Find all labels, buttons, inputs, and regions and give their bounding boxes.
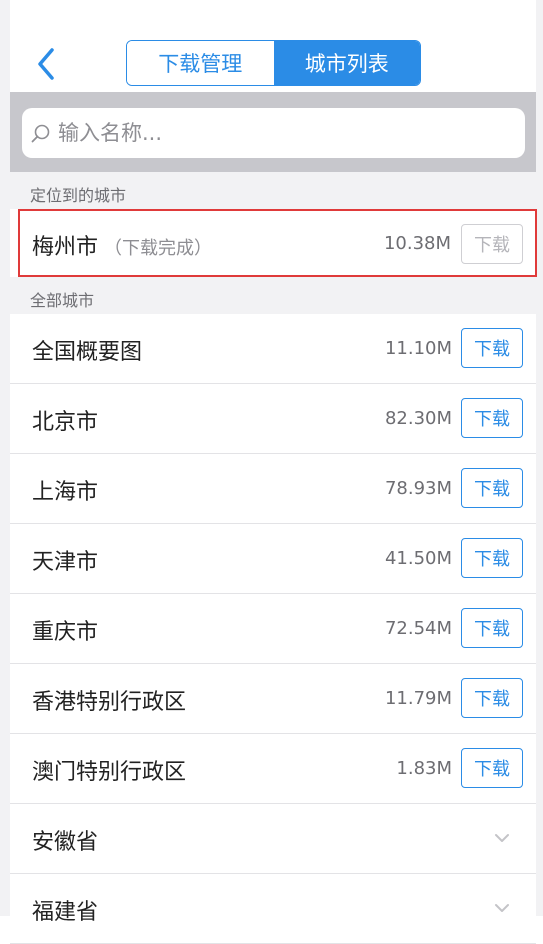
city-name: 重庆市 bbox=[32, 620, 99, 645]
city-name: 全国概要图 bbox=[32, 340, 143, 365]
city-name: 上海市 bbox=[32, 480, 99, 505]
tab-download-manage[interactable]: 下载管理 bbox=[127, 41, 274, 85]
list-item[interactable]: 重庆市 72.54M 下载 bbox=[10, 594, 536, 664]
province-row[interactable]: 福建省 bbox=[10, 874, 536, 944]
file-size: 41.50M bbox=[384, 548, 452, 569]
download-button-disabled[interactable]: 下载 bbox=[461, 224, 523, 264]
city-name: 天津市 bbox=[32, 550, 99, 575]
list-item[interactable]: 上海市 78.93M 下载 bbox=[10, 454, 536, 524]
file-size: 10.38M bbox=[383, 233, 451, 254]
right-edge bbox=[536, 0, 543, 916]
tab-city-list[interactable]: 城市列表 bbox=[273, 41, 420, 85]
download-button[interactable]: 下载 bbox=[461, 398, 523, 438]
download-button[interactable]: 下载 bbox=[461, 608, 523, 648]
segmented-control: 下载管理 城市列表 bbox=[126, 40, 421, 86]
file-size: 72.54M bbox=[384, 618, 452, 639]
search-input[interactable] bbox=[56, 120, 525, 146]
section-title: 定位到的城市 bbox=[30, 186, 127, 205]
city-name: 澳门特别行政区 bbox=[32, 760, 187, 785]
download-button[interactable]: 下载 bbox=[461, 748, 523, 788]
chevron-down-icon bbox=[495, 834, 509, 842]
back-button[interactable] bbox=[32, 44, 72, 84]
located-section-header: 定位到的城市 bbox=[10, 172, 536, 209]
province-name: 福建省 bbox=[32, 900, 99, 925]
download-button[interactable]: 下载 bbox=[461, 468, 523, 508]
file-size: 1.83M bbox=[396, 758, 452, 779]
file-size: 11.79M bbox=[384, 688, 452, 709]
chevron-left-icon bbox=[38, 48, 54, 80]
list-item[interactable]: 香港特别行政区 11.79M 下载 bbox=[10, 664, 536, 734]
list-item[interactable]: 全国概要图 11.10M 下载 bbox=[10, 314, 536, 384]
list-item[interactable]: 澳门特别行政区 1.83M 下载 bbox=[10, 734, 536, 804]
all-section-header: 全部城市 bbox=[10, 277, 536, 314]
file-size: 11.10M bbox=[384, 338, 452, 359]
search-icon bbox=[31, 124, 50, 143]
search-box bbox=[22, 108, 525, 158]
province-name: 安徽省 bbox=[32, 830, 99, 855]
list-item[interactable]: 天津市 41.50M 下载 bbox=[10, 524, 536, 594]
city-name: 香港特别行政区 bbox=[32, 690, 187, 715]
city-name: 梅州市 （下载完成） bbox=[32, 235, 213, 260]
section-title: 全部城市 bbox=[30, 291, 95, 310]
left-edge bbox=[0, 0, 10, 916]
file-size: 78.93M bbox=[384, 478, 452, 499]
download-button[interactable]: 下载 bbox=[461, 538, 523, 578]
list-item[interactable]: 北京市 82.30M 下载 bbox=[10, 384, 536, 454]
download-status: （下载完成） bbox=[104, 238, 213, 259]
download-button[interactable]: 下载 bbox=[461, 678, 523, 718]
city-name: 北京市 bbox=[32, 410, 99, 435]
province-row[interactable]: 安徽省 bbox=[10, 804, 536, 874]
search-bar bbox=[10, 92, 536, 172]
file-size: 82.30M bbox=[384, 408, 452, 429]
located-city-row[interactable]: 梅州市 （下载完成） 10.38M 下载 bbox=[18, 209, 537, 277]
download-button[interactable]: 下载 bbox=[461, 328, 523, 368]
chevron-down-icon bbox=[495, 904, 509, 912]
nav-bar: 下载管理 城市列表 bbox=[10, 0, 536, 92]
